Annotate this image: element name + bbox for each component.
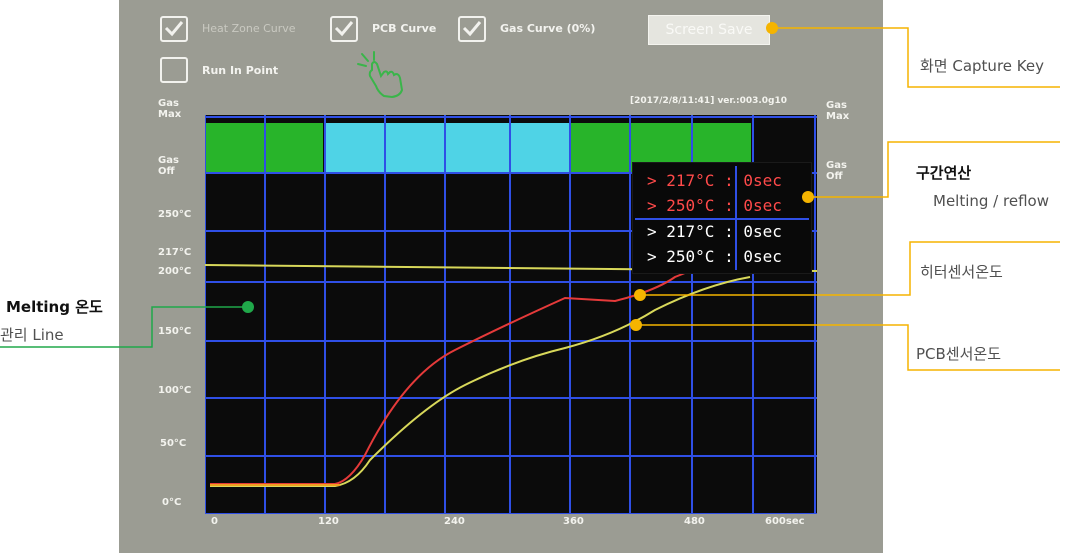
melting-line-subtitle: 관리 Line [0,326,64,344]
heater-sensor-annotation: 히터센서온도 [920,263,1003,281]
melting-temp-title: Melting 온도 [6,298,103,316]
interval-calc-title: 구간연산 [916,164,972,182]
pcb-sensor-marker [630,319,642,331]
capture-key-annotation: 화면 Capture Key [920,57,1044,75]
melting-line-marker [242,301,254,313]
interval-calc-subtitle: Melting / reflow [933,192,1049,210]
pcb-sensor-annotation: PCB센서온도 [916,345,1002,363]
heater-sensor-marker [634,289,646,301]
annotation-lines [0,27,1060,371]
interval-calc-marker [802,191,814,203]
capture-key-marker [766,22,778,34]
